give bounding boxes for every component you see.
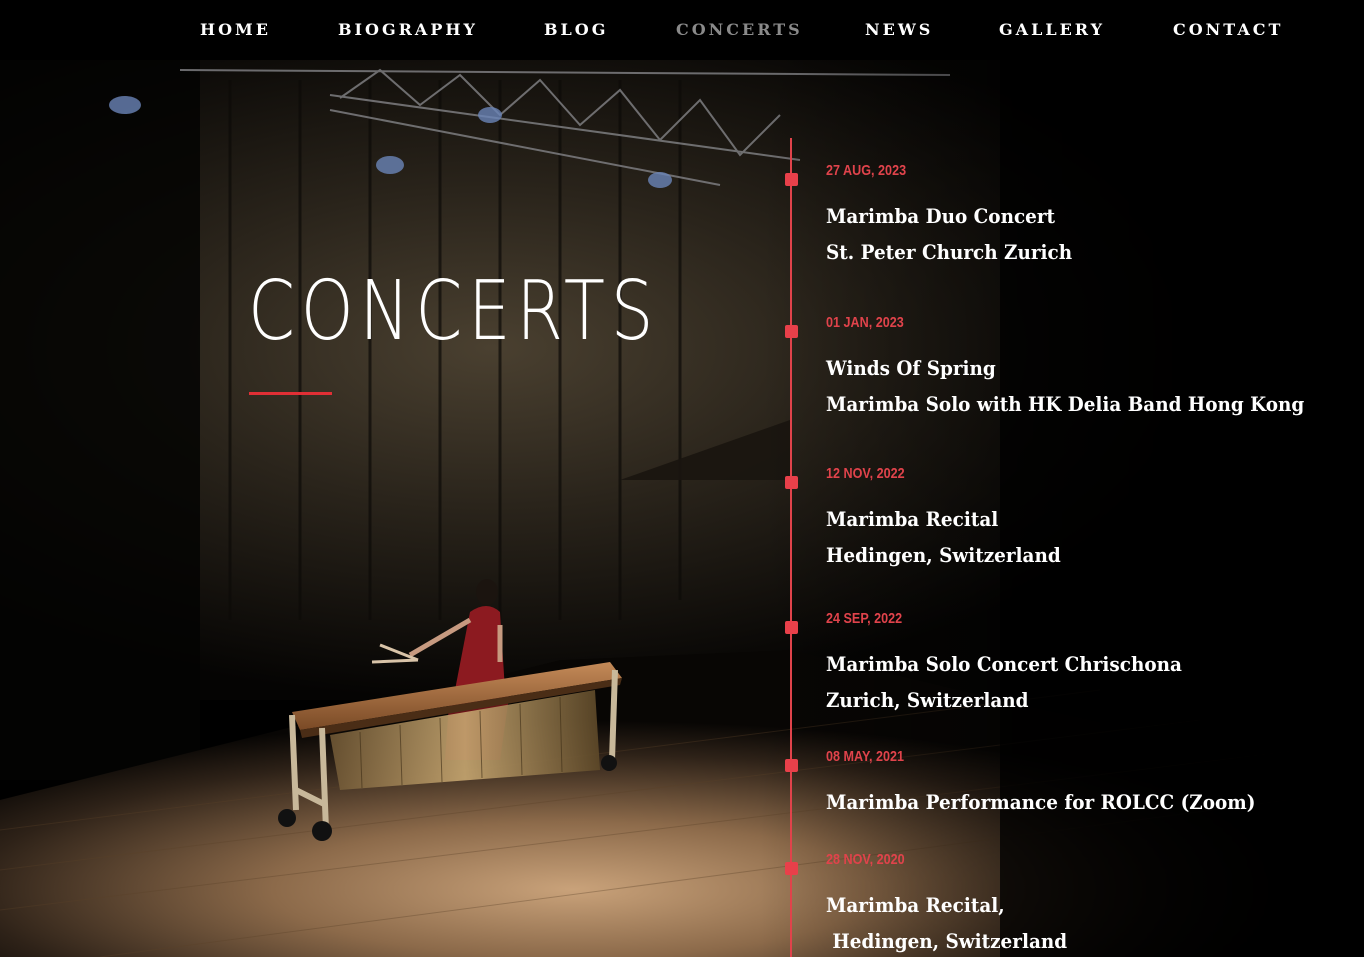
concert-title: Marimba Recital,	[826, 893, 1005, 917]
concert-date: 01 JAN, 2023	[826, 314, 904, 331]
page-title: CONCERTS	[248, 264, 660, 359]
concert-event: 24 SEP, 2022 Marimba Solo Concert Chrisc…	[826, 610, 1213, 718]
nav-link-biography[interactable]: BIOGRAPHY	[338, 20, 478, 39]
concert-venue: Hedingen, Switzerland	[826, 543, 1061, 567]
concert-venue: Marimba Solo with HK Delia Band Hong Kon…	[826, 392, 1305, 416]
timeline-line	[790, 138, 792, 957]
main-navigation: HOME BIOGRAPHY BLOG CONCERTS NEWS GALLER…	[0, 20, 1364, 44]
concert-event: 01 JAN, 2023 Winds Of Spring Marimba Sol…	[826, 314, 1346, 422]
concert-title: Marimba Duo Concert	[826, 204, 1056, 228]
concert-date: 08 MAY, 2021	[826, 748, 905, 765]
concert-venue: St. Peter Church Zurich	[826, 240, 1073, 264]
concerts-page: HOME BIOGRAPHY BLOG CONCERTS NEWS GALLER…	[0, 0, 1364, 957]
concert-date: 24 SEP, 2022	[826, 610, 903, 627]
timeline-dot	[785, 621, 798, 634]
concert-title: Marimba Performance for ROLCC (Zoom)	[826, 790, 1256, 814]
concert-date: 12 NOV, 2022	[826, 465, 905, 482]
concert-date: 28 NOV, 2020	[826, 851, 905, 868]
nav-link-blog[interactable]: BLOG	[544, 20, 608, 39]
nav-link-news[interactable]: NEWS	[865, 20, 933, 39]
nav-link-home[interactable]: HOME	[200, 20, 271, 39]
concert-date: 27 AUG, 2023	[826, 162, 907, 179]
concert-event: 12 NOV, 2022 Marimba Recital Hedingen, S…	[826, 465, 1081, 573]
timeline-dot	[785, 759, 798, 772]
timeline-dot	[785, 173, 798, 186]
nav-link-contact[interactable]: CONTACT	[1173, 20, 1283, 39]
concert-event: 08 MAY, 2021 Marimba Performance for ROL…	[826, 748, 1293, 820]
nav-link-concerts[interactable]: CONCERTS	[676, 20, 803, 39]
concert-title: Marimba Recital	[826, 507, 999, 531]
timeline-dot	[785, 862, 798, 875]
title-underline	[249, 392, 332, 395]
concert-title: Marimba Solo Concert Chrischona	[826, 652, 1182, 676]
timeline-dot	[785, 476, 798, 489]
nav-link-gallery[interactable]: GALLERY	[999, 20, 1105, 39]
concert-title: Winds Of Spring	[826, 356, 996, 380]
concert-event: 28 NOV, 2020 Marimba Recital, Hedingen, …	[826, 851, 1088, 957]
concert-venue: Zurich, Switzerland	[826, 688, 1029, 712]
concert-event: 27 AUG, 2023 Marimba Duo Concert St. Pet…	[826, 162, 1094, 270]
timeline-dot	[785, 325, 798, 338]
concert-venue: Hedingen, Switzerland	[826, 929, 1068, 953]
